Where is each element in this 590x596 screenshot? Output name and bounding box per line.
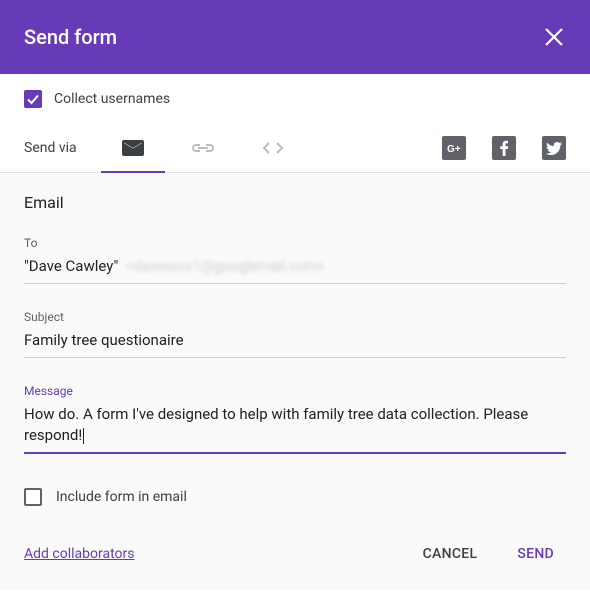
subject-input[interactable]: Family tree questionaire	[24, 330, 566, 358]
to-label: To	[24, 236, 566, 250]
email-icon	[122, 140, 144, 156]
to-recipient-name: "Dave Cawley"	[24, 256, 118, 277]
svg-text:G+: G+	[447, 144, 461, 154]
send-via-label: Send via	[24, 140, 77, 156]
share-google-plus[interactable]: G+	[442, 136, 466, 160]
tab-link[interactable]	[171, 124, 235, 172]
close-button[interactable]	[542, 25, 566, 49]
message-field: Message How do. A form I've designed to …	[24, 384, 566, 454]
dialog-title: Send form	[24, 25, 117, 49]
close-icon	[545, 28, 563, 46]
include-form-label: Include form in email	[56, 489, 187, 505]
message-text: How do. A form I've designed to help wit…	[24, 405, 528, 444]
facebook-icon	[499, 140, 509, 156]
dialog-header: Send form	[0, 0, 590, 74]
to-field: To "Dave Cawley" <davexxxx1@googlemail.c…	[24, 236, 566, 284]
tab-embed[interactable]	[241, 124, 305, 172]
share-facebook[interactable]	[492, 136, 516, 160]
cancel-button[interactable]: Cancel	[411, 538, 490, 570]
tab-email[interactable]	[101, 124, 165, 172]
link-icon	[192, 142, 214, 154]
embed-icon	[262, 141, 284, 155]
share-twitter[interactable]	[542, 136, 566, 160]
twitter-icon	[546, 142, 562, 155]
subject-field: Subject Family tree questionaire	[24, 310, 566, 358]
collect-usernames-label: Collect usernames	[54, 91, 170, 107]
email-section-title: Email	[24, 193, 566, 212]
subject-label: Subject	[24, 310, 566, 324]
message-input[interactable]: How do. A form I've designed to help wit…	[24, 404, 566, 454]
include-form-checkbox[interactable]	[24, 488, 42, 506]
dialog-footer: Add collaborators Cancel Send	[24, 538, 566, 590]
check-icon	[26, 92, 40, 106]
to-recipient-email: <davexxxx1@googlemail.com>	[126, 256, 325, 277]
include-form-row: Include form in email	[24, 480, 566, 538]
email-panel: Email To "Dave Cawley" <davexxxx1@google…	[0, 173, 590, 590]
send-button[interactable]: Send	[505, 538, 566, 570]
to-input[interactable]: "Dave Cawley" <davexxxx1@googlemail.com>	[24, 256, 566, 284]
add-collaborators-link[interactable]: Add collaborators	[24, 546, 134, 562]
google-plus-icon: G+	[446, 142, 462, 154]
collect-usernames-checkbox[interactable]	[24, 90, 42, 108]
text-cursor	[83, 428, 84, 444]
collect-usernames-row: Collect usernames	[24, 86, 566, 124]
send-via-row: Send via G+	[24, 124, 566, 172]
top-controls: Collect usernames Send via G+	[0, 74, 590, 173]
message-label: Message	[24, 384, 566, 398]
